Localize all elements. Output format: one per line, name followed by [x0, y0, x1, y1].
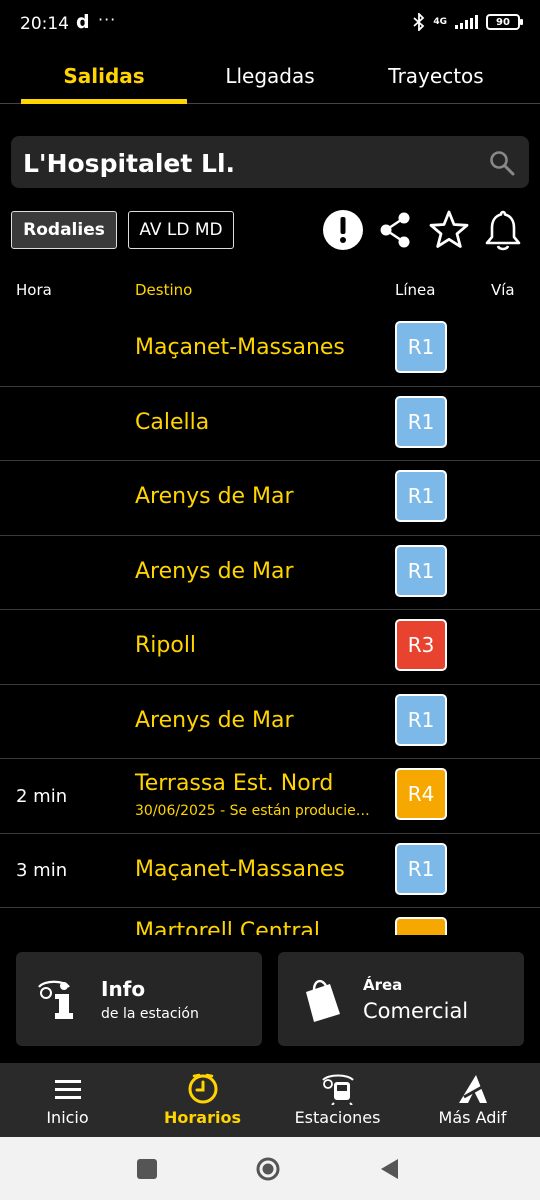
bluetooth-icon — [413, 13, 425, 31]
commercial-area-card[interactable]: Área Comercial — [278, 952, 524, 1046]
row-incident-note: 30/06/2025 - Se están producie… — [135, 803, 370, 819]
table-row[interactable]: Maçanet-Massanes R1 — [0, 312, 540, 387]
nav-mas-adif-label: Más Adif — [438, 1108, 507, 1127]
table-row[interactable]: 2 min Terrassa Est. Nord 30/06/2025 - Se… — [0, 759, 540, 834]
row-destination: Arenys de Mar — [135, 707, 294, 733]
nav-estaciones-label: Estaciones — [294, 1108, 381, 1127]
line-badge: R1 — [395, 693, 447, 746]
line-badge: R1 — [395, 395, 447, 448]
table-row[interactable]: 3 min Maçanet-Massanes R1 — [0, 834, 540, 908]
status-icons: 4G 90 — [413, 13, 523, 31]
network-label: 4G — [433, 16, 447, 27]
bottom-navigation: Inicio Horarios Estaciones Más Adif — [0, 1063, 540, 1137]
line-badge: R4 — [395, 917, 447, 935]
station-info-card[interactable]: Info de la estación — [16, 952, 262, 1046]
clock-icon — [188, 1073, 217, 1104]
line-badge: R1 — [395, 321, 447, 373]
table-row[interactable]: Arenys de Mar R1 — [0, 461, 540, 536]
tab-salidas[interactable]: Salidas — [21, 48, 187, 104]
back-icon[interactable] — [378, 1157, 402, 1181]
battery-level: 90 — [496, 16, 510, 28]
nav-inicio[interactable]: Inicio — [0, 1063, 135, 1137]
nav-mas-adif[interactable]: Más Adif — [405, 1063, 540, 1137]
signal-icon — [455, 15, 478, 29]
table-row[interactable]: Ripoll R3 — [0, 610, 540, 685]
menu-icon — [54, 1080, 81, 1099]
tab-trayectos[interactable]: Trayectos — [353, 48, 519, 104]
filter-rodalies[interactable]: Rodalies — [11, 211, 117, 249]
star-icon[interactable] — [427, 208, 471, 252]
table-row[interactable]: Arenys de Mar R1 — [0, 536, 540, 610]
line-badge: R1 — [395, 842, 447, 895]
train-station-icon — [321, 1074, 354, 1105]
tab-active-indicator — [21, 99, 187, 104]
home-icon[interactable] — [256, 1157, 280, 1181]
column-header-linea: Línea — [395, 281, 436, 299]
table-row[interactable]: Martorell Central R4 — [0, 908, 540, 935]
tab-bar: Salidas Llegadas Trayectos — [0, 48, 540, 104]
row-destination: Martorell Central — [135, 919, 321, 935]
commercial-area-subtitle: Comercial — [363, 999, 469, 1023]
battery-icon: 90 — [486, 14, 523, 30]
station-info-subtitle: de la estación — [101, 1006, 199, 1022]
filter-av-ld-md[interactable]: AV LD MD — [128, 211, 234, 249]
nav-estaciones[interactable]: Estaciones — [270, 1063, 405, 1137]
line-badge: R1 — [395, 470, 447, 522]
station-info-title: Info — [101, 977, 146, 1001]
bell-icon[interactable] — [481, 208, 525, 252]
nav-horarios-label: Horarios — [164, 1108, 241, 1127]
share-icon[interactable] — [374, 208, 418, 252]
row-destination: Arenys de Mar — [135, 558, 294, 584]
row-destination: Ripoll — [135, 633, 197, 658]
row-destination: Calella — [135, 409, 210, 435]
status-app-letter: d — [76, 11, 90, 33]
recents-icon[interactable] — [135, 1157, 159, 1181]
row-destination: Maçanet-Massanes — [135, 856, 345, 882]
system-navigation-bar — [0, 1137, 540, 1200]
row-destination: Terrassa Est. Nord — [135, 771, 334, 796]
status-time: 20:14 — [20, 14, 69, 34]
row-time: 3 min — [16, 860, 68, 881]
table-row[interactable]: Calella R1 — [0, 387, 540, 461]
line-badge: R4 — [395, 768, 447, 820]
departures-list: Maçanet-Massanes R1 Calella R1 Arenys de… — [0, 312, 540, 935]
commercial-area-title: Área — [363, 976, 403, 994]
shopping-bag-icon — [306, 979, 340, 1022]
tab-llegadas[interactable]: Llegadas — [187, 48, 353, 104]
station-search-value: L'Hospitalet Ll. — [23, 149, 236, 178]
search-icon[interactable] — [489, 150, 515, 176]
line-badge: R1 — [395, 544, 447, 597]
table-row[interactable]: Arenys de Mar R1 — [0, 685, 540, 759]
alert-icon[interactable] — [321, 208, 365, 252]
adif-logo-icon — [458, 1075, 487, 1103]
row-time: 2 min — [16, 785, 68, 807]
row-destination: Maçanet-Massanes — [135, 335, 345, 360]
nav-horarios[interactable]: Horarios — [135, 1063, 270, 1137]
station-search-field[interactable]: L'Hospitalet Ll. — [11, 136, 529, 188]
line-badge: R3 — [395, 619, 447, 671]
column-header-destino: Destino — [135, 281, 193, 299]
column-header-hora: Hora — [16, 281, 52, 299]
nav-inicio-label: Inicio — [46, 1108, 89, 1127]
status-more: ··· — [98, 10, 117, 29]
status-bar: 20:14 d ··· 4G 90 — [0, 0, 540, 48]
row-destination: Arenys de Mar — [135, 484, 294, 509]
station-info-icon — [38, 980, 73, 1019]
column-header-via: Vía — [491, 281, 515, 299]
